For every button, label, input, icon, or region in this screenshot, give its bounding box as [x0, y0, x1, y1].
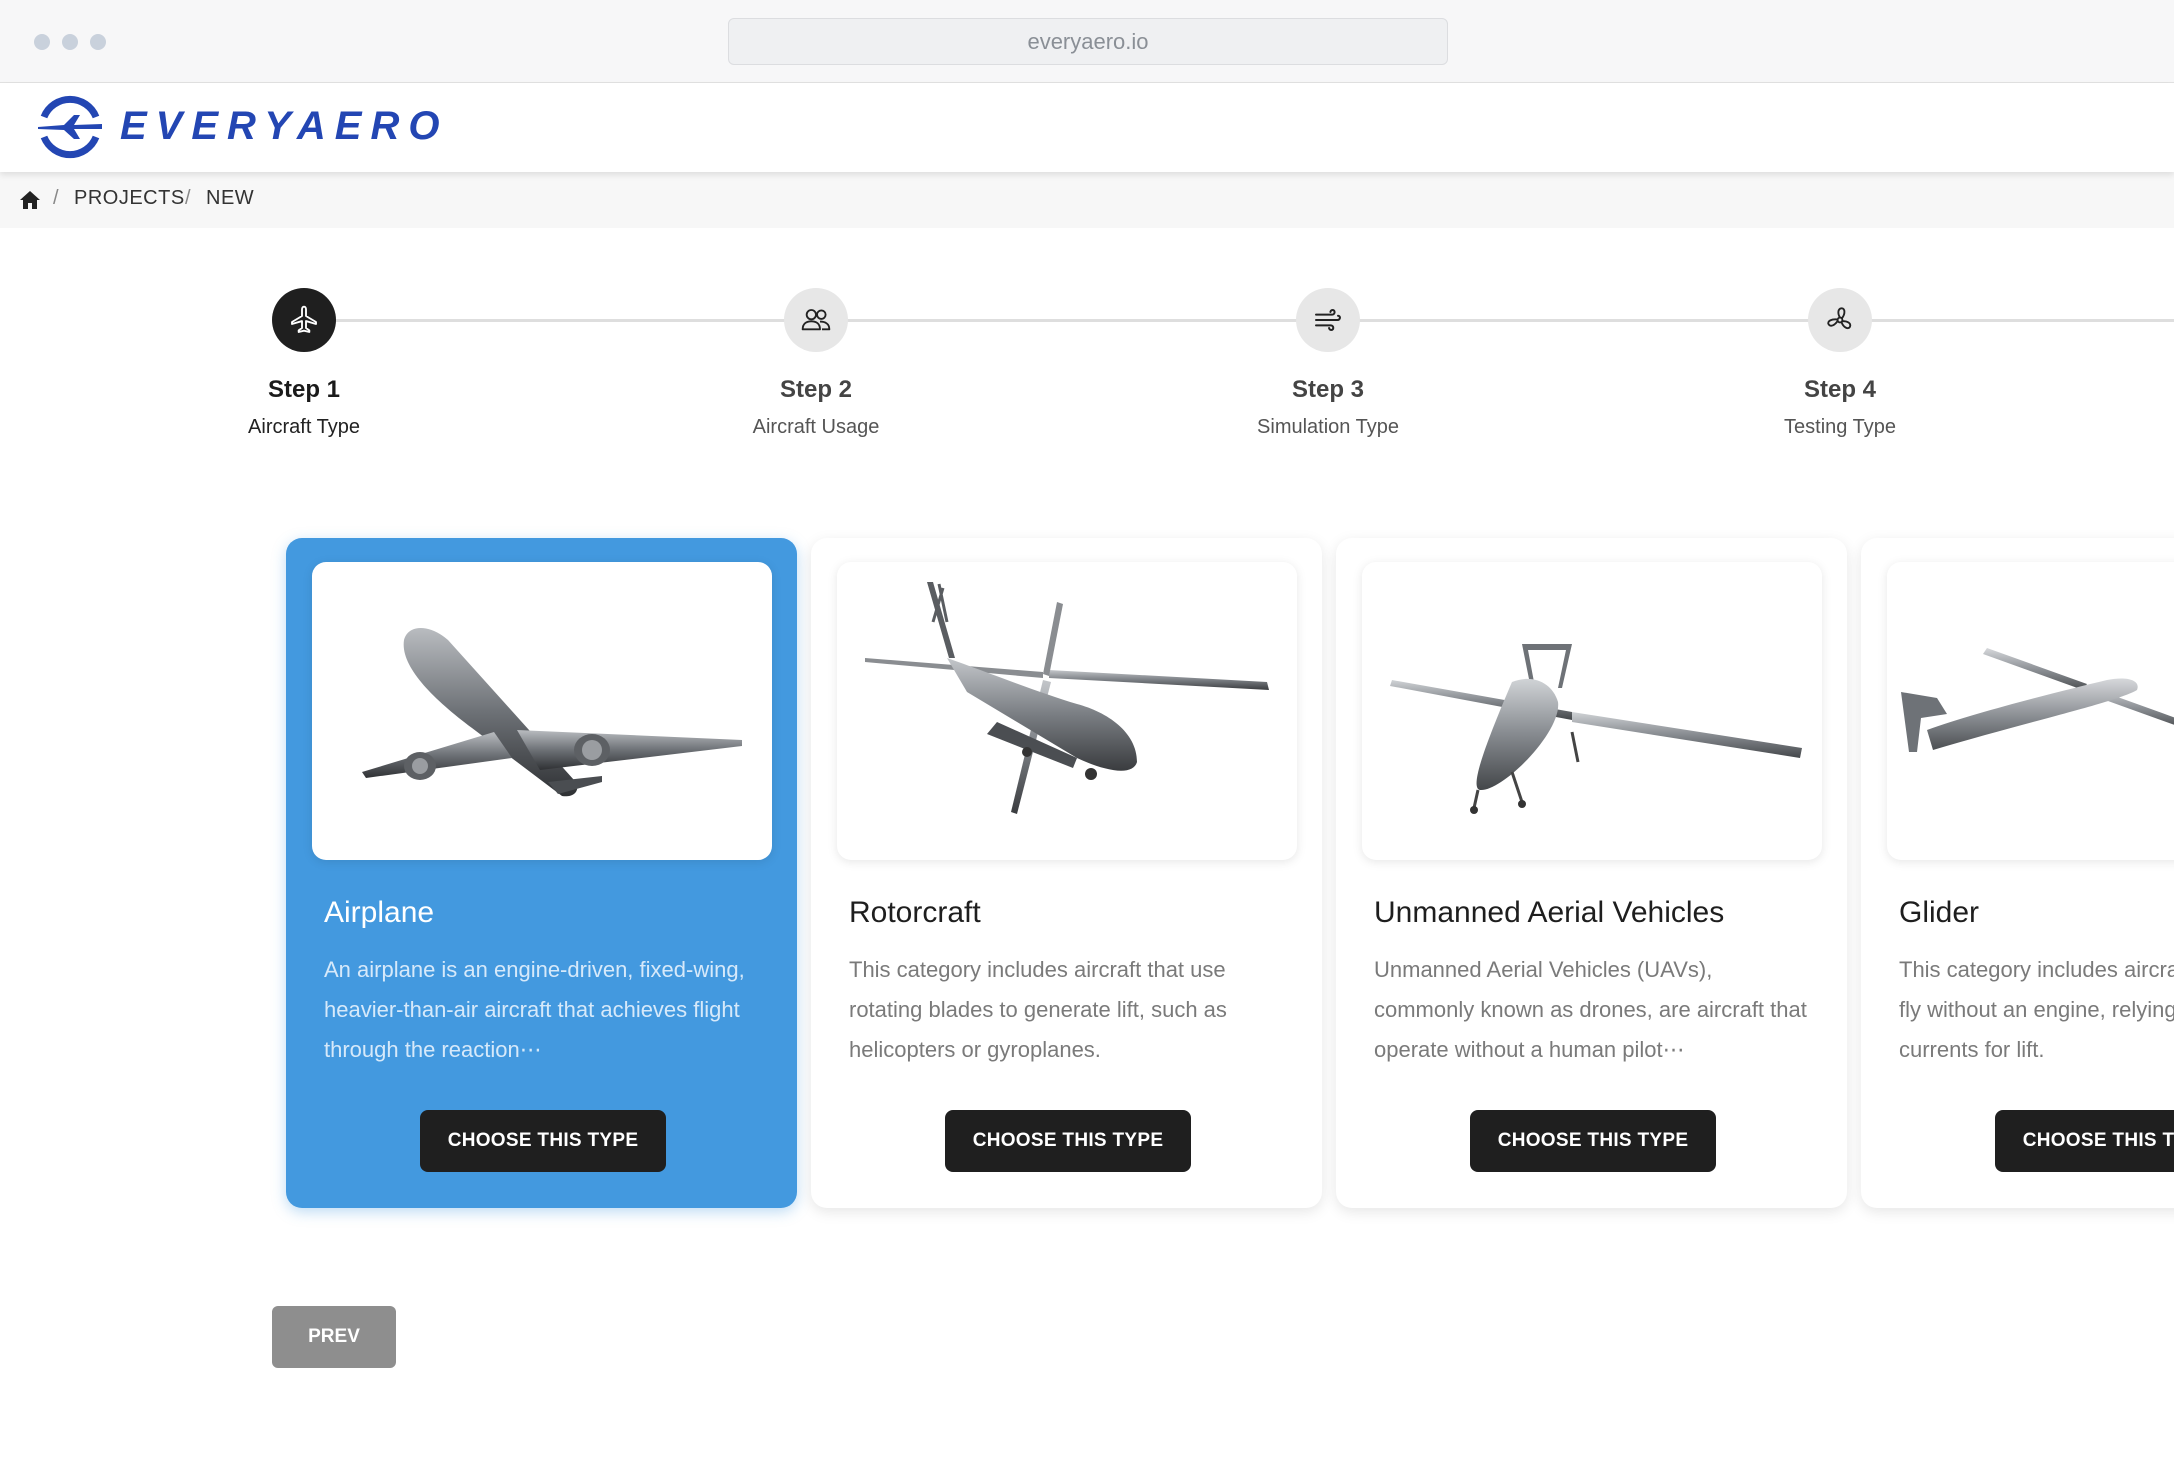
window-minimize-dot[interactable] [62, 34, 78, 50]
step-4-title: Step 4 [1803, 376, 1877, 403]
choose-airplane-button[interactable]: CHOOSE THIS TYPE [420, 1110, 666, 1172]
rotorcraft-image [837, 562, 1297, 860]
step-1-label: Aircraft Type [248, 416, 360, 438]
step-4-circle [1808, 288, 1872, 352]
choose-rotorcraft-button[interactable]: CHOOSE THIS TYPE [945, 1110, 1191, 1172]
browser-toolbar: everyaero.io [0, 0, 2174, 83]
card-airplane[interactable]: Airplane An airplane is an engine-driven… [286, 538, 797, 1208]
window-close-dot[interactable] [34, 34, 50, 50]
step-1-circle [272, 288, 336, 352]
card-description: An airplane is an engine-driven, fixed-w… [324, 957, 745, 1062]
users-icon [801, 309, 831, 331]
step-3-circle [1296, 288, 1360, 352]
airplane-image [312, 562, 772, 860]
uav-image [1362, 562, 1822, 860]
viewport: everyaero.io EVERYAERO / PROJECTS / NEW … [0, 0, 2174, 1464]
step-3-title: Step 3 [1291, 376, 1365, 403]
step-2-label: Aircraft Usage [752, 416, 880, 438]
step-4[interactable]: Step 4 Testing Type [1700, 288, 1980, 439]
step-4-label: Testing Type [1784, 416, 1896, 438]
card-description: Unmanned Aerial Vehicles (UAVs), commonl… [1374, 957, 1807, 1062]
step-2-circle [784, 288, 848, 352]
card-glider[interactable]: Glider This category includes aircraft d… [1861, 538, 2174, 1208]
step-1-title: Step 1 [267, 376, 341, 403]
step-2-title: Step 2 [779, 376, 853, 403]
airplane-icon [291, 305, 317, 333]
fan-icon [1827, 307, 1852, 330]
everyaero-logo-icon[interactable] [34, 95, 106, 159]
card-title: Airplane [324, 896, 435, 929]
glider-image [1887, 562, 2174, 860]
app-header: EVERYAERO [0, 83, 2174, 172]
breadcrumb-separator: / [53, 187, 59, 209]
prev-button[interactable]: PREV [272, 1306, 396, 1368]
address-bar[interactable]: everyaero.io [728, 18, 1448, 65]
step-3[interactable]: Step 3 Simulation Type [1188, 288, 1468, 439]
card-title: Unmanned Aerial Vehicles [1374, 896, 1725, 929]
step-3-label: Simulation Type [1257, 416, 1399, 438]
card-description: This category includes aircraft that use… [849, 957, 1227, 1062]
step-1[interactable]: Step 1 Aircraft Type [164, 288, 444, 439]
wind-icon [1315, 308, 1341, 332]
breadcrumb-new: NEW [206, 187, 255, 209]
choose-glider-button[interactable]: CHOOSE THIS TYPE [1995, 1110, 2174, 1172]
step-2[interactable]: Step 2 Aircraft Usage [676, 288, 956, 439]
card-title: Rotorcraft [849, 896, 981, 929]
choose-uav-button[interactable]: CHOOSE THIS TYPE [1470, 1110, 1716, 1172]
breadcrumb-projects[interactable]: PROJECTS [74, 187, 185, 210]
card-uav[interactable]: Unmanned Aerial Vehicles Unmanned Aerial… [1336, 538, 1847, 1208]
logo-wordmark[interactable]: EVERYAERO [120, 103, 448, 149]
card-rotorcraft[interactable]: Rotorcraft This category includes aircra… [811, 538, 1322, 1208]
card-description: This category includes aircraft designed… [1899, 957, 2174, 1062]
breadcrumb-separator: / [185, 187, 191, 209]
window-maximize-dot[interactable] [90, 34, 106, 50]
breadcrumb: / PROJECTS / NEW [0, 172, 2174, 228]
home-icon[interactable] [18, 188, 42, 212]
card-title: Glider [1899, 896, 1980, 929]
